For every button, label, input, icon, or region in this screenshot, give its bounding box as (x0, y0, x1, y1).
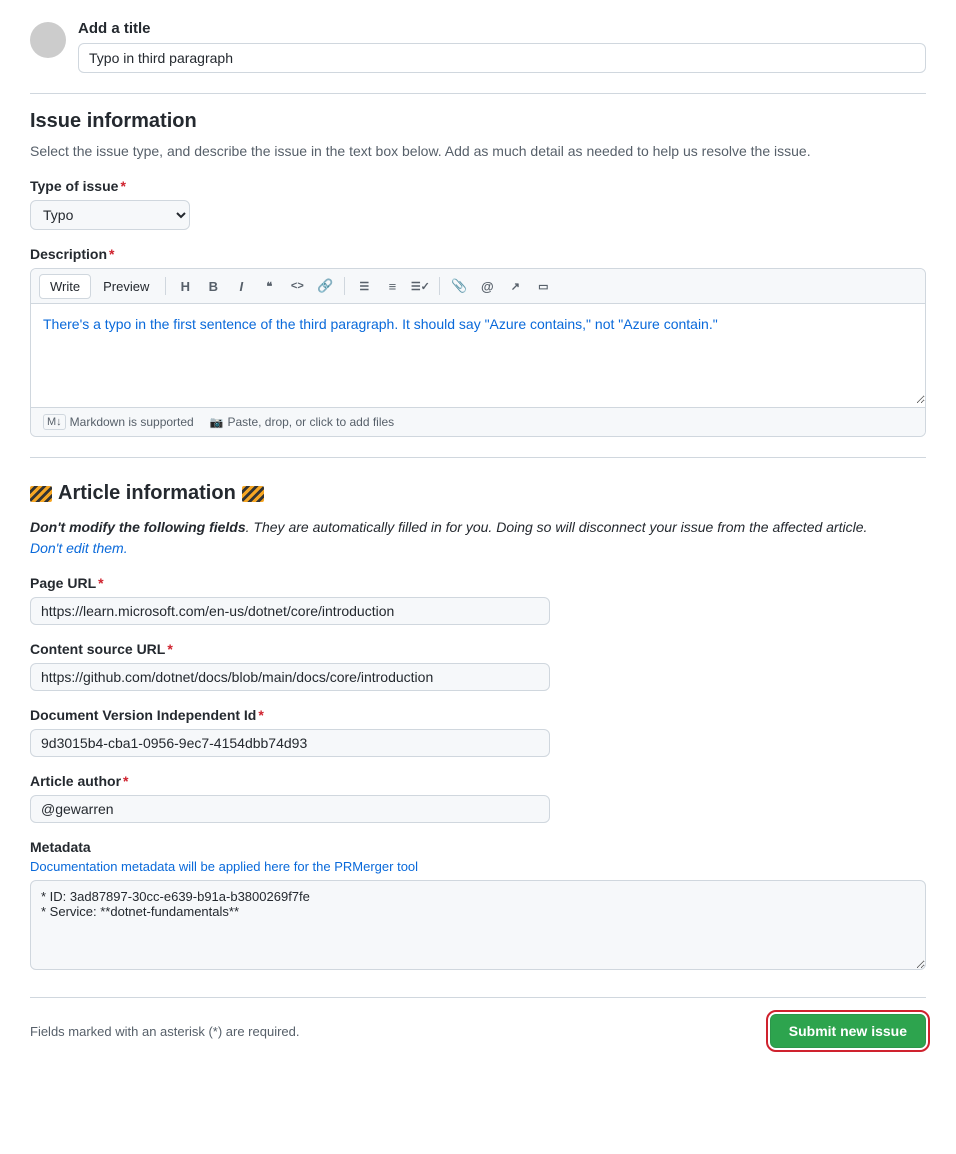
content-source-url-input[interactable] (30, 663, 550, 691)
write-tab[interactable]: Write (39, 274, 91, 299)
doc-version-id-label: Document Version Independent Id* (30, 707, 926, 723)
content-source-url-group: Content source URL* (30, 641, 926, 691)
type-of-issue-select[interactable]: Typo Bug Feature request Other (30, 200, 190, 230)
task-list-btn[interactable]: ☰✓ (407, 273, 433, 299)
heading-btn[interactable]: H (172, 273, 198, 299)
title-input[interactable] (78, 43, 926, 73)
metadata-label: Metadata (30, 839, 926, 855)
article-author-group: Article author* (30, 773, 926, 823)
footer-bar: Fields marked with an asterisk (*) are r… (30, 997, 926, 1048)
dont-modify-bold: Don't modify the following fields (30, 519, 246, 535)
metadata-sublabel: Documentation metadata will be applied h… (30, 859, 926, 874)
ordered-list-btn[interactable]: ☰ (351, 273, 377, 299)
article-author-input[interactable] (30, 795, 550, 823)
dont-modify-mid: . They are automatically filled in for y… (246, 519, 868, 535)
link-btn[interactable]: 🔗 (312, 273, 338, 299)
attach-files-item[interactable]: 📷 Paste, drop, or click to add files (210, 415, 394, 429)
markdown-icon: M↓ (43, 414, 66, 430)
submit-new-issue-button[interactable]: Submit new issue (770, 1014, 926, 1048)
type-of-issue-group: Type of issue* Typo Bug Feature request … (30, 178, 926, 230)
preview-tab[interactable]: Preview (93, 275, 159, 298)
page-url-input[interactable] (30, 597, 550, 625)
dont-edit-text: Don't edit them. (30, 540, 128, 556)
attach-btn[interactable]: 📎 (446, 273, 472, 299)
article-info-header: Article information (30, 482, 926, 505)
add-title-label: Add a title (78, 20, 926, 37)
divider-1 (30, 93, 926, 94)
user-avatar (30, 22, 66, 58)
article-info-title: Article information (58, 482, 236, 505)
toolbar-sep-3 (439, 277, 440, 295)
attach-files-text: Paste, drop, or click to add files (227, 415, 394, 429)
divider-2 (30, 457, 926, 458)
description-textarea[interactable]: There's a typo in the first sentence of … (31, 304, 925, 404)
page-url-label: Page URL* (30, 575, 926, 591)
doc-version-id-input[interactable] (30, 729, 550, 757)
article-author-label: Article author* (30, 773, 926, 789)
bold-btn[interactable]: B (200, 273, 226, 299)
dont-modify-text: Don't modify the following fields. They … (30, 517, 926, 559)
unordered-list-btn[interactable]: ≡ (379, 273, 405, 299)
page-url-group: Page URL* (30, 575, 926, 625)
markdown-supported-item: M↓ Markdown is supported (43, 414, 194, 430)
markdown-supported-text: Markdown is supported (70, 415, 194, 429)
editor-footer: M↓ Markdown is supported 📷 Paste, drop, … (31, 407, 925, 436)
toolbar-sep-2 (344, 277, 345, 295)
article-information-section: Article information Don't modify the fol… (30, 482, 926, 973)
issue-information-section: Issue information Select the issue type,… (30, 110, 926, 437)
warning-stripes-right (242, 486, 264, 502)
code-btn[interactable]: <> (284, 273, 310, 299)
content-source-url-label: Content source URL* (30, 641, 926, 657)
metadata-section: Metadata Documentation metadata will be … (30, 839, 926, 973)
metadata-textarea[interactable]: * ID: 3ad87897-30cc-e639-b91a-b3800269f7… (30, 880, 926, 970)
required-note: Fields marked with an asterisk (*) are r… (30, 1024, 300, 1039)
image-icon: 📷 (210, 416, 224, 429)
quote-btn[interactable]: ❝ (256, 273, 282, 299)
issue-info-title: Issue information (30, 110, 926, 133)
warning-stripes-left (30, 486, 52, 502)
description-group: Description* Write Preview H B I ❝ <> 🔗 … (30, 246, 926, 437)
editor-toolbar: Write Preview H B I ❝ <> 🔗 ☰ ≡ ☰✓ 📎 @ (31, 269, 925, 304)
issue-info-description: Select the issue type, and describe the … (30, 141, 926, 162)
italic-btn[interactable]: I (228, 273, 254, 299)
toolbar-sep-1 (165, 277, 166, 295)
description-editor: Write Preview H B I ❝ <> 🔗 ☰ ≡ ☰✓ 📎 @ (30, 268, 926, 437)
preview-img-btn[interactable]: ▭ (530, 273, 556, 299)
description-label: Description* (30, 246, 926, 262)
cross-ref-btn[interactable]: ↗ (502, 273, 528, 299)
mention-btn[interactable]: @ (474, 273, 500, 299)
type-of-issue-label: Type of issue* (30, 178, 926, 194)
doc-version-id-group: Document Version Independent Id* (30, 707, 926, 757)
